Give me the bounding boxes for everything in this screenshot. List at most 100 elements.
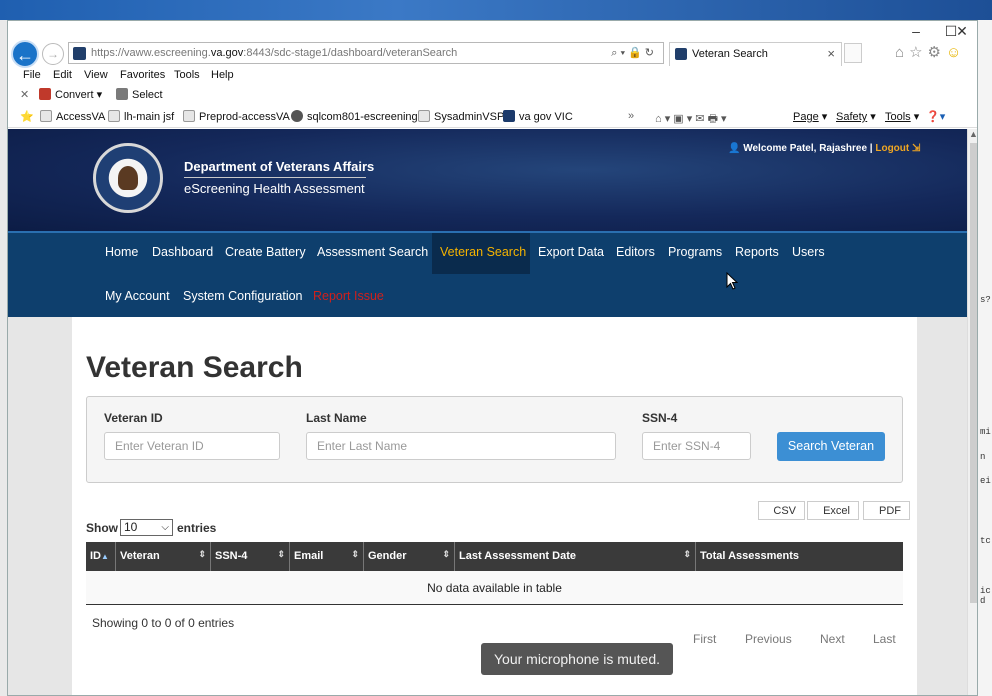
url-text: https://vaww.escreening.va.gov:8443/sdc-… (91, 47, 458, 59)
entries-label: entries (177, 521, 217, 535)
chevron-down-icon: ⌵ (161, 522, 169, 533)
web-page: Department of Veterans Affairs eScreenin… (8, 129, 967, 695)
page-icon (108, 110, 120, 122)
pagination-next[interactable]: Next (820, 632, 845, 646)
home-icon[interactable]: ⌂ (895, 44, 909, 61)
scrollbar-thumb[interactable] (970, 143, 977, 603)
favorites-star-icon[interactable]: ☆ (909, 44, 927, 61)
desktop-background (0, 0, 992, 20)
tab-veteran-search[interactable]: Veteran Search × (669, 42, 842, 66)
pagination-previous[interactable]: Previous (745, 632, 792, 646)
search-form: Veteran ID Enter Veteran ID Last Name En… (86, 396, 903, 483)
show-label: Show (86, 521, 118, 535)
nav-my-account[interactable]: My Account (105, 289, 170, 303)
page-icon (40, 110, 52, 122)
favorites-star-add-icon[interactable]: ⭐ (20, 110, 34, 123)
nav-programs[interactable]: Programs (668, 245, 722, 259)
nav-system-configuration[interactable]: System Configuration (183, 289, 303, 303)
column-id[interactable]: ID▲ (86, 542, 116, 571)
page-size-value: 10 (124, 520, 138, 534)
microphone-muted-toast: Your microphone is muted. (481, 643, 673, 675)
browser-window: – ☐ ✕ ← → https://vaww.escreening.va.gov… (7, 20, 978, 696)
main-content-card: Veteran Search Veteran ID Enter Veteran … (72, 317, 917, 695)
minimize-button[interactable]: – (901, 22, 931, 40)
nav-export-data[interactable]: Export Data (538, 245, 604, 259)
column-total-assessments[interactable]: Total Assessments (696, 542, 903, 571)
logout-link[interactable]: Logout ⇲ (875, 143, 920, 154)
nav-home[interactable]: Home (105, 245, 138, 259)
fav-va-gov-vic[interactable]: va gov VIC (503, 110, 573, 123)
app-subtitle: eScreening Health Assessment (184, 181, 365, 196)
nav-report-issue[interactable]: Report Issue (313, 289, 384, 303)
results-table-header: ID▲ Veteran ⇕ SSN-4 ⇕ Email ⇕ Gender ⇕ Last … (86, 542, 903, 571)
menu-help[interactable]: Help (211, 69, 234, 81)
close-cmd-icon[interactable]: ✕ (20, 88, 29, 101)
favorites-bar: ⭐ AccessVA lh-main jsf Preprod-accessVA … (8, 106, 977, 129)
fav-sqlcom801[interactable]: sqlcom801-escreening (291, 110, 418, 123)
settings-gear-icon[interactable]: ⚙ (928, 44, 946, 61)
nav-veteran-search[interactable]: Veteran Search (440, 245, 526, 259)
last-name-input[interactable]: Enter Last Name (306, 432, 616, 460)
menu-bar: File Edit View Favorites Tools Help (8, 67, 977, 85)
new-tab-button[interactable] (844, 43, 862, 63)
csv-export-button[interactable]: CSV (758, 501, 805, 520)
nav-editors[interactable]: Editors (616, 245, 655, 259)
welcome-text: Welcome Patel, Rajashree | (743, 143, 873, 154)
select-button[interactable]: Select (116, 88, 163, 101)
convert-button[interactable]: Convert ▾ (39, 88, 102, 101)
ssn-4-input[interactable]: Enter SSN-4 (642, 432, 751, 460)
menu-favorites[interactable]: Favorites (120, 69, 165, 81)
tab-title: Veteran Search (692, 48, 768, 60)
fav-sysadminvsp[interactable]: SysadminVSP (418, 110, 504, 123)
background-editor-window: s? mi n ei tc ic d (978, 20, 992, 696)
header-divider (184, 177, 366, 178)
ssn-4-label: SSN-4 (642, 411, 678, 425)
pagination-first[interactable]: First (693, 632, 716, 646)
veteran-id-label: Veteran ID (104, 411, 163, 425)
back-button[interactable]: ← (11, 40, 39, 68)
search-veteran-button[interactable]: Search Veteran (777, 432, 885, 461)
column-gender[interactable]: Gender ⇕ (364, 542, 455, 571)
pdf-export-button[interactable]: PDF (863, 501, 910, 520)
fav-preprod-accessva[interactable]: Preprod-accessVA (183, 110, 290, 123)
feedback-smiley-icon[interactable]: ☺ (946, 44, 966, 61)
address-tools-icons[interactable]: ⌕▾🔒↻ (611, 46, 657, 60)
select-icon (116, 88, 128, 100)
home-toolbar-icon[interactable]: ⌂ ▾ ▣ ▾ ✉ 🖶 ▾ (655, 110, 727, 129)
page-scrollbar[interactable]: ▲ (967, 129, 977, 695)
tools-menu[interactable]: Tools ▾ (885, 110, 919, 123)
command-bar: ✕ Convert ▾ Select (8, 85, 977, 105)
excel-export-button[interactable]: Excel (807, 501, 859, 520)
veteran-id-input[interactable]: Enter Veteran ID (104, 432, 280, 460)
page-menu[interactable]: Page ▾ (793, 110, 827, 123)
nav-assessment-search[interactable]: Assessment Search (317, 245, 428, 259)
nav-dashboard[interactable]: Dashboard (152, 245, 213, 259)
safety-menu[interactable]: Safety ▾ (836, 110, 876, 123)
column-veteran[interactable]: Veteran ⇕ (116, 542, 211, 571)
help-icon[interactable]: ❓▾ (926, 110, 945, 123)
browser-toolbar-icons[interactable]: ⌂☆⚙☺ (895, 43, 966, 61)
menu-tools[interactable]: Tools (174, 69, 200, 81)
column-last-assessment-date[interactable]: Last Assessment Date ⇕ (455, 542, 696, 571)
scroll-up-icon[interactable]: ▲ (969, 129, 977, 139)
menu-file[interactable]: File (23, 69, 41, 81)
address-bar[interactable]: https://vaww.escreening.va.gov:8443/sdc-… (68, 42, 664, 64)
menu-edit[interactable]: Edit (53, 69, 72, 81)
close-window-button[interactable]: ✕ (947, 22, 977, 40)
title-bar: – ☐ ✕ (8, 21, 977, 41)
fav-accessva[interactable]: AccessVA (40, 110, 105, 123)
more-favorites-chevron-icon[interactable]: » (628, 110, 634, 122)
pagination-last[interactable]: Last (873, 632, 896, 646)
sort-icon: ⇕ (683, 549, 691, 559)
page-size-select[interactable]: 10 ⌵ (120, 519, 173, 536)
page-icon (183, 110, 195, 122)
column-ssn-4[interactable]: SSN-4 ⇕ (211, 542, 290, 571)
fav-lh-main[interactable]: lh-main jsf (108, 110, 174, 123)
nav-create-battery[interactable]: Create Battery (225, 245, 306, 259)
forward-button[interactable]: → (42, 43, 64, 65)
menu-view[interactable]: View (84, 69, 108, 81)
nav-users[interactable]: Users (792, 245, 825, 259)
column-email[interactable]: Email ⇕ (290, 542, 364, 571)
close-tab-icon[interactable]: × (827, 46, 835, 61)
nav-reports[interactable]: Reports (735, 245, 779, 259)
